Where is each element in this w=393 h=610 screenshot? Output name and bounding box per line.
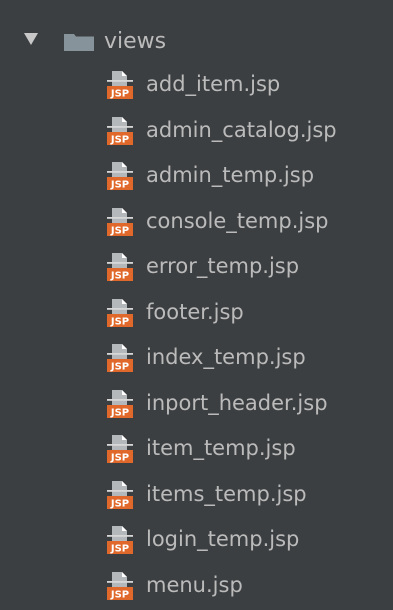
jsp-badge-text: JSP [110,543,129,554]
jsp-file-icon: JSP [107,480,133,509]
file-item-add-item[interactable]: JSP add_item.jsp [0,62,393,108]
triangle-down-icon[interactable] [24,33,38,45]
jsp-file-icon: JSP [107,298,133,327]
jsp-badge-text: JSP [110,316,129,327]
file-item-index-temp[interactable]: JSP index_temp.jsp [0,335,393,381]
jsp-file-icon: JSP [107,71,133,99]
jsp-badge-text: JSP [110,225,129,236]
jsp-file-icon: JSP [107,435,133,463]
jsp-file-icon: JSP [107,253,133,281]
jsp-file-icon: JSP [107,344,133,372]
jsp-file-icon: JSP [107,571,133,600]
jsp-badge-text: JSP [110,589,129,600]
file-label: add_item.jsp [146,72,281,96]
jsp-file-icon: JSP [107,389,133,418]
folder-icon [64,34,94,51]
folder-row-views[interactable]: views [0,22,393,62]
file-item-footer[interactable]: JSP footer.jsp [0,290,393,336]
jsp-badge-text: JSP [110,407,129,418]
jsp-file-icon: JSP [107,526,133,554]
file-label: inport_header.jsp [146,390,328,415]
file-item-error-temp[interactable]: JSP error_temp.jsp [0,244,393,290]
jsp-file-icon: JSP [107,207,133,236]
file-label: login_temp.jsp [146,527,300,551]
file-item-admin-temp[interactable]: JSP admin_temp.jsp [0,153,393,199]
jsp-file-icon: JSP [107,162,133,190]
file-label: admin_temp.jsp [146,163,315,187]
file-item-items-temp[interactable]: JSP items_temp.jsp [0,472,393,518]
folder-label: views [104,29,167,54]
file-label: item_temp.jsp [146,436,296,460]
file-label: error_temp.jsp [146,254,300,278]
file-item-menu[interactable]: JSP menu.jsp [0,563,393,609]
file-item-login-temp[interactable]: JSP login_temp.jsp [0,517,393,563]
file-label: items_temp.jsp [146,481,307,506]
project-tree: views JSP add_item.jsp JSP admin_catalog… [0,0,393,610]
file-label: index_temp.jsp [146,345,306,369]
file-item-item-temp[interactable]: JSP item_temp.jsp [0,426,393,472]
jsp-badge-text: JSP [110,498,129,509]
jsp-badge-text: JSP [110,134,129,145]
file-label: menu.jsp [146,572,243,597]
jsp-badge-text: JSP [110,88,129,99]
file-label: console_temp.jsp [146,208,329,233]
jsp-badge-text: JSP [110,270,129,281]
file-label: footer.jsp [146,299,244,324]
jsp-file-icon: JSP [107,116,133,145]
file-list: JSP add_item.jsp JSP admin_catalog.jsp J… [0,62,393,608]
jsp-badge-text: JSP [110,179,129,190]
file-item-admin-catalog[interactable]: JSP admin_catalog.jsp [0,108,393,154]
jsp-badge-text: JSP [110,361,129,372]
file-label: admin_catalog.jsp [146,117,337,142]
jsp-badge-text: JSP [110,452,129,463]
file-item-console-temp[interactable]: JSP console_temp.jsp [0,199,393,245]
file-item-inport-header[interactable]: JSP inport_header.jsp [0,381,393,427]
